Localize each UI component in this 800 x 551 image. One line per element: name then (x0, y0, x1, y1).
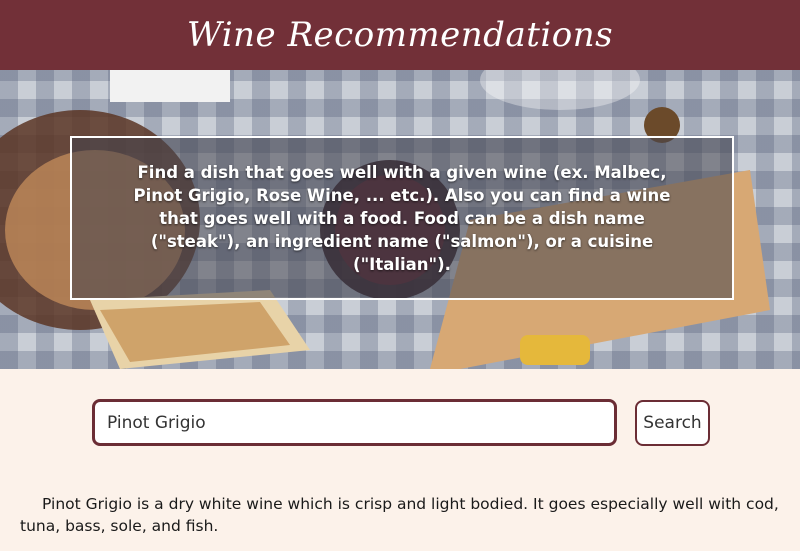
result-text: Pinot Grigio is a dry white wine which i… (20, 495, 779, 535)
app-header: Wine Recommendations (0, 0, 800, 70)
hero-banner: Find a dish that goes well with a given … (0, 70, 800, 369)
intro-panel: Find a dish that goes well with a given … (70, 136, 734, 300)
intro-text: Find a dish that goes well with a given … (133, 162, 671, 274)
search-input[interactable] (92, 399, 617, 446)
search-button[interactable]: Search (635, 400, 710, 446)
page-title: Wine Recommendations (186, 15, 614, 55)
